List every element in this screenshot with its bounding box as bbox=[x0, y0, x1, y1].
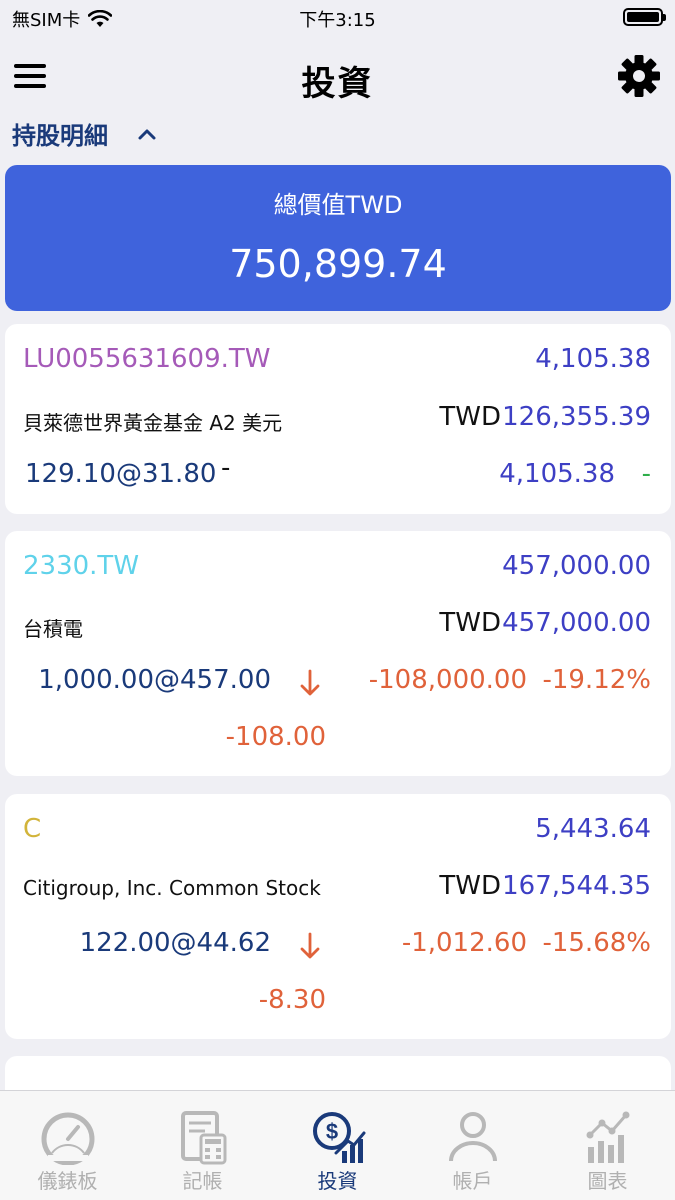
holding-name: Citigroup, Inc. Common Stock bbox=[23, 876, 321, 900]
market-value: 5,443.64 bbox=[535, 814, 651, 844]
ticker-symbol: LU0055631609.TW bbox=[23, 344, 271, 374]
gain-value: 4,105.38 bbox=[499, 459, 615, 489]
currency-label: TWD bbox=[439, 402, 501, 432]
calculator-icon bbox=[180, 1111, 226, 1165]
gain-percent: -19.12% bbox=[542, 665, 651, 695]
ticker-symbol: 2330.TW bbox=[23, 551, 140, 581]
holdings-section-header[interactable]: 持股明細 bbox=[12, 116, 158, 151]
ticker-symbol: C bbox=[23, 814, 42, 844]
holding-card[interactable]: LU0055631609.TW 4,105.38 貝萊德世界黃金基金 A2 美元… bbox=[5, 324, 671, 514]
holding-name: 台積電 bbox=[23, 617, 83, 641]
market-value-twd: 457,000.00 bbox=[502, 608, 651, 638]
status-time: 下午3:15 bbox=[299, 10, 376, 31]
tab-bar: 儀錶板 記帳 $ 投資 帳戶 圖表 bbox=[0, 1090, 675, 1200]
nav-bar: 投資 bbox=[0, 44, 675, 108]
gain-percent: - bbox=[641, 459, 651, 489]
tab-bookkeeping[interactable]: 記帳 bbox=[135, 1091, 270, 1200]
tab-label: 儀錶板 bbox=[37, 1169, 98, 1193]
market-value: 4,105.38 bbox=[535, 344, 651, 374]
status-bar: 無SIM卡 下午3:15 bbox=[0, 0, 675, 36]
tab-label: 圖表 bbox=[587, 1169, 628, 1193]
investment-icon: $ bbox=[312, 1112, 365, 1163]
tab-dashboard[interactable]: 儀錶板 bbox=[0, 1091, 135, 1200]
holding-card[interactable]: 2330.TW 457,000.00 台積電 TWD 457,000.00 1,… bbox=[5, 531, 671, 776]
gain-value: -1,012.60 bbox=[401, 928, 527, 958]
app-root: 無SIM卡 下午3:15 投資 持股明細 總價值TWD 750,899.74 L… bbox=[0, 0, 675, 1200]
total-label: 總價值TWD bbox=[273, 191, 403, 219]
gear-icon[interactable] bbox=[617, 54, 661, 98]
position-qty-price: 129.10@31.80 bbox=[25, 459, 217, 489]
market-value-twd: 167,544.35 bbox=[502, 871, 651, 901]
change-marker: - bbox=[221, 453, 231, 483]
tab-account[interactable]: 帳戶 bbox=[405, 1091, 540, 1200]
position-qty-price: 1,000.00@457.00 bbox=[38, 665, 271, 695]
market-value: 457,000.00 bbox=[502, 551, 651, 581]
position-qty-price: 122.00@44.62 bbox=[79, 928, 271, 958]
tab-investment[interactable]: $ 投資 bbox=[270, 1091, 405, 1200]
gain-percent: -15.68% bbox=[542, 928, 651, 958]
gain-value: -108,000.00 bbox=[368, 665, 527, 695]
tab-label: 帳戶 bbox=[452, 1169, 493, 1193]
day-change: -108.00 bbox=[225, 722, 326, 752]
svg-text:$: $ bbox=[325, 1119, 337, 1144]
currency-label: TWD bbox=[439, 871, 501, 901]
holding-card[interactable]: C 5,443.64 Citigroup, Inc. Common Stock … bbox=[5, 794, 671, 1039]
total-value-card: 總價值TWD 750,899.74 bbox=[5, 165, 671, 311]
gauge-icon bbox=[41, 1112, 94, 1165]
battery-icon bbox=[623, 8, 666, 26]
day-change: -8.30 bbox=[258, 985, 326, 1015]
person-icon bbox=[448, 1112, 497, 1162]
tab-label: 投資 bbox=[317, 1169, 358, 1193]
tab-charts[interactable]: 圖表 bbox=[540, 1091, 675, 1200]
holding-name: 貝萊德世界黃金基金 A2 美元 bbox=[23, 411, 283, 435]
market-value-twd: 126,355.39 bbox=[502, 402, 651, 432]
chart-icon bbox=[586, 1111, 629, 1163]
section-title: 持股明細 bbox=[12, 122, 108, 150]
chevron-up-icon[interactable] bbox=[136, 123, 158, 145]
arrow-down-icon bbox=[300, 932, 320, 959]
tab-label: 記帳 bbox=[182, 1169, 223, 1193]
arrow-down-icon bbox=[300, 669, 320, 696]
page-title: 投資 bbox=[301, 64, 374, 104]
currency-label: TWD bbox=[439, 608, 501, 638]
total-value: 750,899.74 bbox=[229, 242, 447, 286]
